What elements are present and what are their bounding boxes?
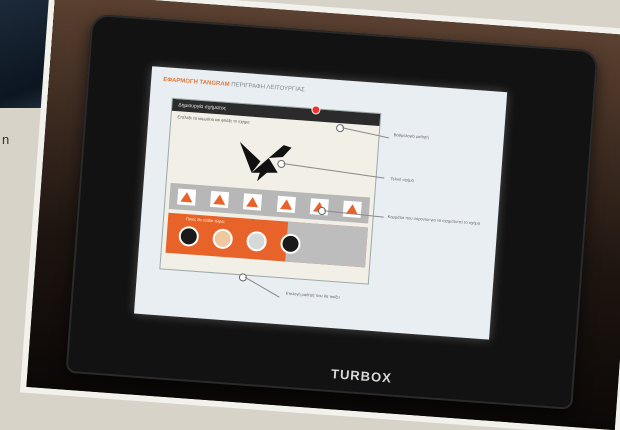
callout-text: Τελικό σχήμα <box>390 175 415 183</box>
app-header-title: Δημιουργία σχήματος <box>178 102 227 112</box>
tangram-piece[interactable] <box>243 193 263 211</box>
callout-text: Επιλογή μαθητή που θα παίξει <box>285 290 340 300</box>
player-avatar[interactable] <box>211 228 234 250</box>
tangram-piece[interactable] <box>342 200 363 218</box>
record-dot <box>311 105 321 115</box>
corner-letter: n <box>2 132 10 147</box>
avatars <box>178 225 302 255</box>
tangram-piece[interactable] <box>209 190 230 209</box>
laptop-brand: TURBOX <box>330 366 393 386</box>
photo-frame: ΕΦΑΡΜΟΓΗ TANGRAM ΠΕΡΙΓΡΑΦΗ ΛΕΙΤΟΥΡΓΙΑΣ Δ… <box>26 0 620 430</box>
callout-text: Κομμάτια που σύρονται για να σχηματιστεί… <box>387 213 481 226</box>
player-avatar[interactable] <box>279 233 302 255</box>
slide-title-right: ΠΕΡΙΓΡΑΦΗ ΛΕΙΤΟΥΡΓΙΑΣ <box>231 82 305 94</box>
callout-line <box>244 276 280 298</box>
player-select-hint: Ποιος θα παίξει τώρα; <box>185 216 225 224</box>
tangram-bird <box>239 141 292 182</box>
tangram-piece[interactable] <box>176 188 196 206</box>
app-mockup: Δημιουργία σχήματος Επέλεξε τα κομμάτια … <box>159 97 382 285</box>
slide-title-left: ΕΦΑΡΜΟΓΗ TANGRAM <box>162 77 230 88</box>
callout-text: Βαθμολογία μαθητή <box>393 132 429 140</box>
player-avatar[interactable] <box>178 225 200 248</box>
slide-title: ΕΦΑΡΜΟΓΗ TANGRAM ΠΕΡΙΓΡΑΦΗ ΛΕΙΤΟΥΡΓΙΑΣ <box>163 77 305 93</box>
laptop: ΕΦΑΡΜΟΓΗ TANGRAM ΠΕΡΙΓΡΑΦΗ ΛΕΙΤΟΥΡΓΙΑΣ Δ… <box>65 13 599 410</box>
player-avatar[interactable] <box>245 230 268 253</box>
tangram-piece[interactable] <box>276 195 296 214</box>
laptop-screen: ΕΦΑΡΜΟΓΗ TANGRAM ΠΕΡΙΓΡΑΦΗ ΛΕΙΤΟΥΡΓΙΑΣ Δ… <box>133 66 508 340</box>
